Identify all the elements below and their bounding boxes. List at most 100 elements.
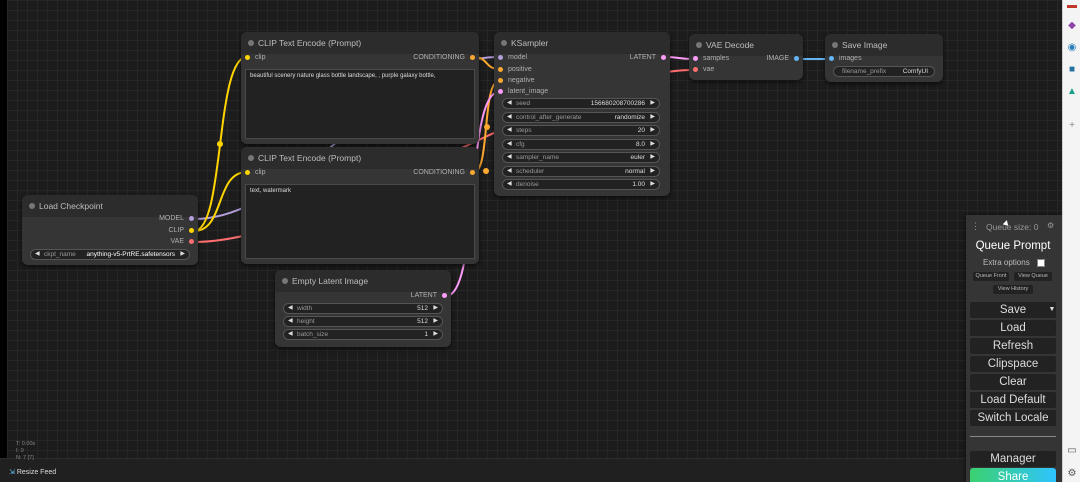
decrement-arrow-icon[interactable]: ◀ <box>507 126 512 135</box>
output-slot-image[interactable]: IMAGE <box>766 53 799 65</box>
slot-dot-icon <box>189 238 194 244</box>
node-save-image[interactable]: Save Image images filename_prefix ComfyUI <box>825 34 943 82</box>
widget-height[interactable]: ◀ height 512 ▶ <box>283 316 443 327</box>
screen-icon[interactable]: ▭ <box>1066 445 1078 457</box>
widget-cfg[interactable]: ◀ cfg 8.0 ▶ <box>502 139 660 150</box>
input-slot-clip[interactable]: clip <box>245 52 266 64</box>
decrement-arrow-icon[interactable]: ◀ <box>507 99 512 108</box>
collapse-dot-icon[interactable] <box>832 42 838 48</box>
node-title[interactable]: CLIP Text Encode (Prompt) <box>241 32 479 54</box>
save-label: Save <box>999 304 1027 316</box>
increment-arrow-icon[interactable]: ▶ <box>650 140 655 149</box>
output-slot-conditioning[interactable]: CONDITIONING <box>413 52 475 64</box>
puzzle-icon[interactable]: ◆ <box>1066 20 1078 32</box>
switch-locale-button[interactable]: Switch Locale <box>970 410 1056 426</box>
queue-prompt-button[interactable]: Queue Prompt <box>970 237 1056 255</box>
clear-button[interactable]: Clear <box>970 374 1056 390</box>
slot-label: vae <box>703 66 715 73</box>
node-title[interactable]: KSampler <box>494 32 670 54</box>
extra-options-checkbox[interactable] <box>1037 259 1045 267</box>
collapse-dot-icon[interactable] <box>248 155 254 161</box>
increment-arrow-icon[interactable]: ▶ <box>650 126 655 135</box>
slot-dot-icon <box>693 66 698 72</box>
load-default-button[interactable]: Load Default <box>970 392 1056 408</box>
output-slot-conditioning[interactable]: CONDITIONING <box>413 167 475 179</box>
increment-arrow-icon[interactable]: ▶ <box>433 304 438 313</box>
decrement-arrow-icon[interactable]: ◀ <box>35 250 40 259</box>
output-slot-vae[interactable]: VAE <box>171 236 194 248</box>
manager-button[interactable]: Manager <box>970 451 1056 467</box>
decrement-arrow-icon[interactable]: ◀ <box>288 317 293 326</box>
decrement-arrow-icon[interactable]: ◀ <box>288 304 293 313</box>
decrement-arrow-icon[interactable]: ◀ <box>507 113 512 122</box>
widget-control-after-generate[interactable]: ◀ control_after_generate randomize ▶ <box>502 112 660 123</box>
queue-front-button[interactable]: Queue Front <box>973 272 1009 281</box>
node-clip-text-encode-positive[interactable]: CLIP Text Encode (Prompt) clip CONDITION… <box>241 32 479 144</box>
widget-sampler-name[interactable]: ◀ sampler_name euler ▶ <box>502 152 660 163</box>
prompt-textarea[interactable]: text, watermark <box>245 184 475 259</box>
collapse-dot-icon[interactable] <box>696 42 702 48</box>
input-slot-images[interactable]: images <box>829 53 862 65</box>
node-title[interactable]: CLIP Text Encode (Prompt) <box>241 147 479 169</box>
widget-label: control_after_generate <box>516 114 582 121</box>
decrement-arrow-icon[interactable]: ◀ <box>288 330 293 339</box>
input-slot-model[interactable]: model <box>498 52 527 64</box>
queue-menu-panel: ⋮ Queue size: 0 ⚙ Queue Prompt Extra opt… <box>966 215 1062 482</box>
input-slot-clip[interactable]: clip <box>245 167 266 179</box>
toolbox-icon[interactable]: ▬ <box>1066 0 1078 12</box>
widget-scheduler[interactable]: ◀ scheduler normal ▶ <box>502 166 660 177</box>
prompt-textarea[interactable]: beautiful scenery nature glass bottle la… <box>245 69 475 139</box>
increment-arrow-icon[interactable]: ▶ <box>650 113 655 122</box>
globe-icon[interactable]: ◉ <box>1066 42 1078 54</box>
extension-icon[interactable]: ▲ <box>1066 86 1078 98</box>
node-vae-decode[interactable]: VAE Decode samples vae IMAGE <box>689 34 803 80</box>
settings-gear-icon[interactable]: ⚙ <box>1066 468 1078 480</box>
output-slot-latent[interactable]: LATENT <box>630 52 666 64</box>
output-slot-model[interactable]: MODEL <box>159 213 194 225</box>
increment-arrow-icon[interactable]: ▶ <box>433 330 438 339</box>
outlook-icon[interactable]: ■ <box>1066 64 1078 76</box>
save-button[interactable]: Save ▼ <box>970 302 1056 318</box>
output-slot-latent[interactable]: LATENT <box>411 290 447 302</box>
collapse-dot-icon[interactable] <box>501 40 507 46</box>
input-slot-vae[interactable]: vae <box>693 64 714 76</box>
node-empty-latent-image[interactable]: Empty Latent Image LATENT ◀ width 512 ▶ ◀ he… <box>275 270 451 347</box>
gear-icon[interactable]: ⚙ <box>1047 221 1054 230</box>
widget-batch-size[interactable]: ◀ batch_size 1 ▶ <box>283 329 443 340</box>
widget-steps[interactable]: ◀ steps 20 ▶ <box>502 125 660 136</box>
clipspace-button[interactable]: Clipspace <box>970 356 1056 372</box>
node-load-checkpoint[interactable]: Load Checkpoint MODEL CLIP VAE ◀ ckpt_nam… <box>22 195 198 265</box>
view-queue-button[interactable]: View Queue <box>1014 272 1052 281</box>
decrement-arrow-icon[interactable]: ◀ <box>507 140 512 149</box>
resize-feed-button[interactable]: ⇲ Resize Feed <box>9 468 56 476</box>
increment-arrow-icon[interactable]: ▶ <box>650 99 655 108</box>
input-slot-latent-image[interactable]: latent_image <box>498 86 548 98</box>
collapse-dot-icon[interactable] <box>282 278 288 284</box>
slot-dot-icon <box>245 169 250 175</box>
collapse-dot-icon[interactable] <box>248 40 254 46</box>
widget-width[interactable]: ◀ width 512 ▶ <box>283 303 443 314</box>
widget-denoise[interactable]: ◀ denoise 1.00 ▶ <box>502 179 660 190</box>
widget-filename-prefix[interactable]: filename_prefix ComfyUI <box>833 66 935 77</box>
increment-arrow-icon[interactable]: ▶ <box>650 180 655 189</box>
increment-arrow-icon[interactable]: ▶ <box>180 250 185 259</box>
increment-arrow-icon[interactable]: ▶ <box>650 167 655 176</box>
widget-seed[interactable]: ◀ seed 156680208700286 ▶ <box>502 98 660 109</box>
increment-arrow-icon[interactable]: ▶ <box>650 153 655 162</box>
node-clip-text-encode-negative[interactable]: CLIP Text Encode (Prompt) clip CONDITION… <box>241 147 479 264</box>
decrement-arrow-icon[interactable]: ◀ <box>507 167 512 176</box>
collapse-dot-icon[interactable] <box>29 203 35 209</box>
view-history-button[interactable]: View History <box>993 285 1033 294</box>
load-button[interactable]: Load <box>970 320 1056 336</box>
drag-handle-icon[interactable]: ⋮ <box>971 221 980 232</box>
plus-icon[interactable]: + <box>1066 120 1078 132</box>
increment-arrow-icon[interactable]: ▶ <box>433 317 438 326</box>
decrement-arrow-icon[interactable]: ◀ <box>507 180 512 189</box>
chevron-down-icon[interactable]: ▼ <box>1047 302 1057 318</box>
decrement-arrow-icon[interactable]: ◀ <box>507 153 512 162</box>
refresh-button[interactable]: Refresh <box>970 338 1056 354</box>
share-button[interactable]: Share <box>970 468 1056 482</box>
node-title[interactable]: Empty Latent Image <box>275 270 451 292</box>
widget-ckpt-name[interactable]: ◀ ckpt_name anything-v5-PrtRE.safetensors ▶ <box>30 249 190 260</box>
node-ksampler[interactable]: KSampler model positive negative latent_… <box>494 32 670 196</box>
